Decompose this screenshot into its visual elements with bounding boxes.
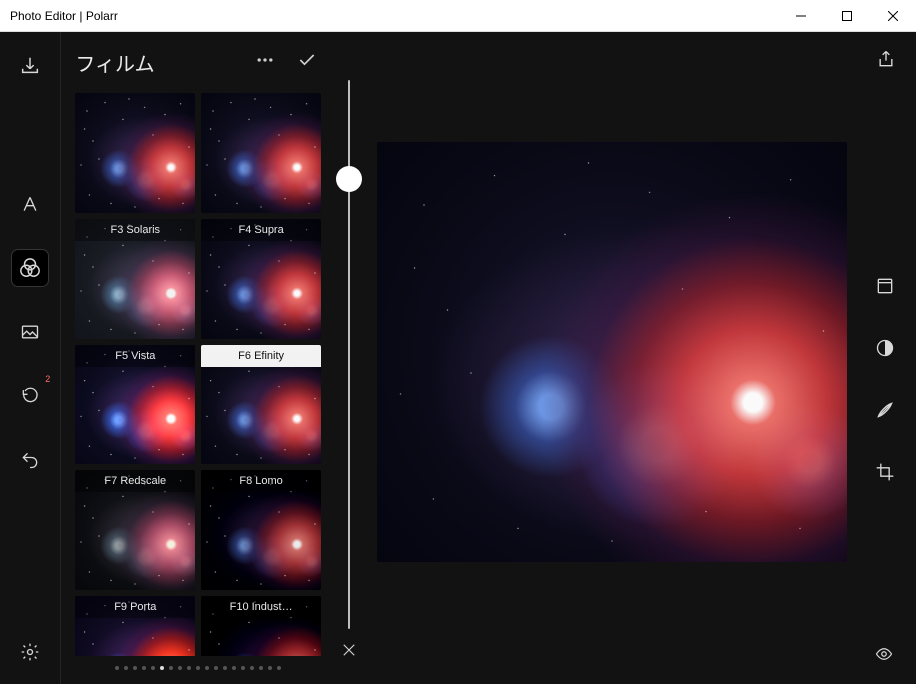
image-button[interactable]: [12, 314, 48, 350]
filter-label: F5 Vista: [75, 345, 195, 367]
filter-thumbnails: F3 Solaris F4 Supra F5 Vista F6 Efinity F7 R…: [75, 93, 321, 656]
pager-dot[interactable]: [115, 666, 119, 670]
filters-panel: フィルム F3 Solaris F4 Supra F5 Vista F6 Efinit…: [61, 32, 329, 684]
filter-label: F6 Efinity: [201, 345, 321, 367]
pager-dot[interactable]: [151, 666, 155, 670]
panel-title: フィルム: [75, 48, 237, 77]
main-canvas[interactable]: [377, 142, 847, 562]
window-title: Photo Editor | Polarr: [0, 9, 778, 23]
maximize-button[interactable]: [824, 0, 870, 31]
filter-label: F3 Solaris: [75, 219, 195, 241]
pager-dot[interactable]: [133, 666, 137, 670]
filter-label: F9 Porta: [75, 596, 195, 618]
filter-thumb[interactable]: [201, 93, 321, 213]
intensity-slider-handle[interactable]: [336, 166, 362, 192]
filter-label: F7 Redscale: [75, 470, 195, 492]
pager-dot[interactable]: [187, 666, 191, 670]
pager-dot[interactable]: [250, 666, 254, 670]
filters-button[interactable]: [12, 250, 48, 286]
filter-label: F10 Indust…: [201, 596, 321, 618]
contrast-button[interactable]: [867, 330, 903, 366]
filter-thumb[interactable]: F6 Efinity: [201, 345, 321, 465]
pager-dot[interactable]: [142, 666, 146, 670]
brush-button[interactable]: [867, 392, 903, 428]
filter-label: F8 Lomo: [201, 470, 321, 492]
share-button[interactable]: [876, 48, 896, 75]
pager-dot[interactable]: [268, 666, 272, 670]
settings-button[interactable]: [12, 634, 48, 670]
pager-dot[interactable]: [241, 666, 245, 670]
pager-dot[interactable]: [196, 666, 200, 670]
history-button[interactable]: 2: [12, 378, 48, 414]
right-toolbar: [855, 32, 916, 684]
filter-thumb[interactable]: F8 Lomo: [201, 470, 321, 590]
pager-dot[interactable]: [259, 666, 263, 670]
filter-thumb[interactable]: F4 Supra: [201, 219, 321, 339]
left-toolbar: 2: [0, 32, 61, 684]
pager-dot[interactable]: [205, 666, 209, 670]
close-button[interactable]: [870, 0, 916, 31]
undo-button[interactable]: [12, 442, 48, 478]
panel-more-button[interactable]: [251, 46, 279, 79]
canvas-area: [369, 32, 855, 684]
import-button[interactable]: [12, 48, 48, 84]
slider-close-button[interactable]: [340, 629, 358, 664]
pager-dot[interactable]: [214, 666, 218, 670]
filter-label: F4 Supra: [201, 219, 321, 241]
pager-dot[interactable]: [124, 666, 128, 670]
filter-thumb[interactable]: [75, 93, 195, 213]
pager-dot[interactable]: [223, 666, 227, 670]
filter-thumb[interactable]: F3 Solaris: [75, 219, 195, 339]
history-badge: 2: [45, 374, 50, 384]
pager-dot[interactable]: [178, 666, 182, 670]
filter-thumb[interactable]: F5 Vista: [75, 345, 195, 465]
titlebar: Photo Editor | Polarr: [0, 0, 916, 32]
intensity-slider[interactable]: [348, 80, 350, 629]
minimize-button[interactable]: [778, 0, 824, 31]
filter-thumb[interactable]: F9 Porta: [75, 596, 195, 656]
app-root: 2 フィルム F3 Solaris F4 Supra F5 Vista F6 Efin…: [0, 32, 916, 684]
text-tool-button[interactable]: [12, 186, 48, 222]
intensity-slider-col: [329, 32, 369, 684]
crop-button[interactable]: [867, 454, 903, 490]
filter-pager[interactable]: [75, 656, 321, 676]
preview-toggle-button[interactable]: [872, 645, 896, 668]
panel-apply-button[interactable]: [293, 46, 321, 79]
filter-thumb[interactable]: F7 Redscale: [75, 470, 195, 590]
pager-dot[interactable]: [169, 666, 173, 670]
filter-thumb[interactable]: F10 Indust…: [201, 596, 321, 656]
layers-button[interactable]: [867, 268, 903, 304]
pager-dot[interactable]: [160, 666, 164, 670]
pager-dot[interactable]: [232, 666, 236, 670]
pager-dot[interactable]: [277, 666, 281, 670]
